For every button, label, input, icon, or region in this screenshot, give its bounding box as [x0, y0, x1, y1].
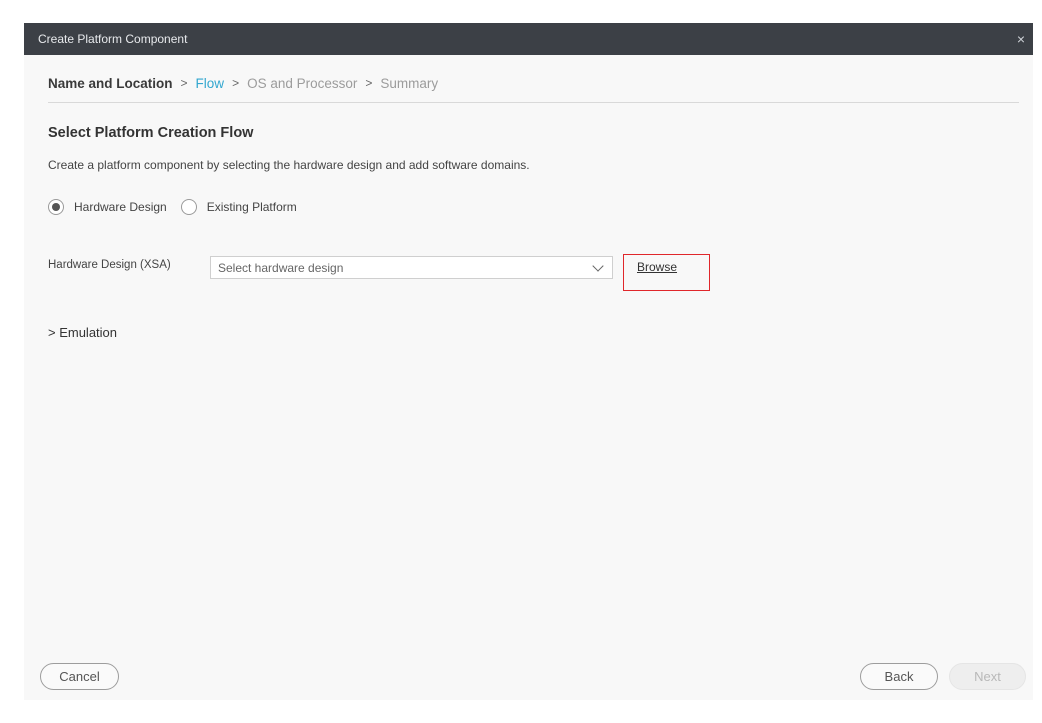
hardware-design-label: Hardware Design (XSA) — [48, 259, 171, 271]
hardware-design-radio-label[interactable]: Hardware Design — [74, 200, 167, 214]
existing-platform-radio-label[interactable]: Existing Platform — [207, 200, 297, 214]
hardware-design-placeholder: Select hardware design — [218, 260, 344, 275]
chevron-right-icon: > — [365, 76, 373, 90]
chevron-right-icon: > — [232, 76, 240, 90]
close-icon[interactable]: × — [1017, 23, 1025, 55]
breadcrumb: Name and Location > Flow > OS and Proces… — [48, 73, 438, 93]
section-heading: Select Platform Creation Flow — [48, 125, 254, 141]
step-name-and-location: Name and Location — [48, 75, 173, 91]
existing-platform-radio[interactable] — [180, 199, 197, 215]
browse-link[interactable]: Browse — [637, 260, 677, 274]
section-description: Create a platform component by selecting… — [48, 158, 530, 172]
step-flow: Flow — [195, 75, 225, 91]
step-os-and-processor: OS and Processor — [247, 75, 358, 91]
hardware-design-select[interactable]: Select hardware design — [210, 256, 613, 279]
next-button[interactable]: Next — [949, 663, 1026, 690]
back-button[interactable]: Back — [860, 663, 938, 690]
chevron-down-icon — [592, 259, 604, 272]
flow-radio-group: Hardware Design Existing Platform — [48, 199, 311, 215]
dialog-title: Create Platform Component — [38, 32, 188, 46]
step-summary: Summary — [380, 75, 439, 91]
emulation-expander[interactable]: > Emulation — [48, 325, 117, 340]
header-divider — [48, 102, 1019, 103]
cancel-button[interactable]: Cancel — [40, 663, 119, 690]
hardware-design-radio[interactable] — [48, 199, 64, 215]
chevron-right-icon: > — [180, 76, 188, 90]
title-bar: Create Platform Component × — [24, 23, 1033, 55]
create-platform-dialog: Create Platform Component × Name and Loc… — [24, 23, 1033, 700]
